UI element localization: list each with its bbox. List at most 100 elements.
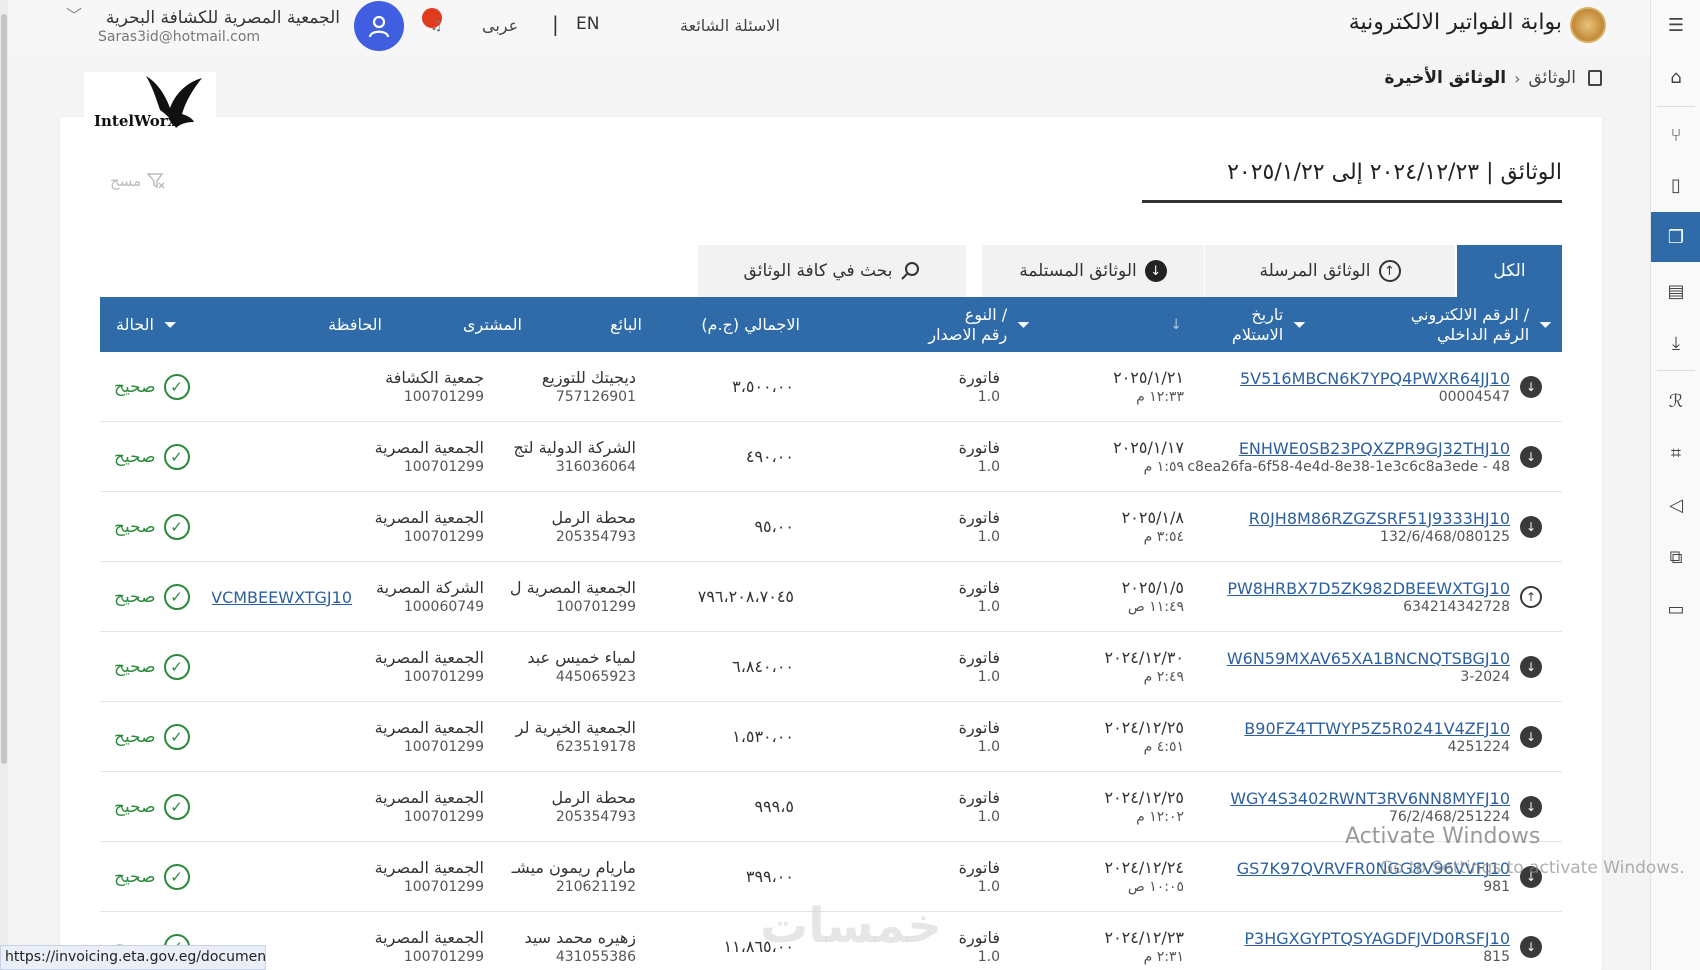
cell-type: فاتورة 1.0	[880, 702, 1000, 772]
document-uuid-link[interactable]: P3HGXGYPTQSYAGDFJVD0RSFJ10	[1244, 929, 1510, 948]
breadcrumb-documents[interactable]: الوثائق	[1528, 68, 1576, 88]
sort-icon[interactable]: ↓	[1170, 315, 1182, 335]
left-scrollbar[interactable]	[0, 0, 8, 970]
buyer-id: 100701299	[403, 669, 484, 685]
cell-date: ٢٠٢٤/١٢/٢٤ ١٠:٠٥ ص	[1060, 842, 1184, 912]
document-uuid-link[interactable]: ENHWE0SB23PQXZPR9GJ32THJ10	[1239, 439, 1510, 458]
filter-icon[interactable]: ⏷	[1539, 315, 1552, 335]
seller-name: محطة الرمل	[551, 508, 636, 527]
buyer-id: 100701299	[403, 809, 484, 825]
status-badge: صحيح ✓	[114, 492, 190, 562]
chevron-down-icon[interactable]: ﹀	[66, 2, 82, 26]
document-uuid-link[interactable]: R0JH8M86RZGZSRF51J9333HJ10	[1249, 509, 1510, 528]
branch-icon[interactable]: ⑂	[1651, 110, 1700, 160]
buyer-id: 100060749	[403, 599, 484, 615]
document-total: ٤٩٠،٠٠	[745, 447, 794, 466]
cell-date: ٢٠٢٤/١٢/٢٥ ١٢:٠٢ م	[1060, 772, 1184, 842]
cell-seller: زهيره محمد سيد 431055386	[500, 912, 636, 970]
lang-en-link[interactable]: EN	[576, 14, 599, 34]
intelworx-text: IntelWorx	[94, 112, 177, 130]
notification-bell-icon[interactable]: ♫	[422, 8, 452, 38]
buyer-name: الشركة المصرية	[375, 578, 484, 597]
table-row[interactable]: ↓ 5V516MBCN6K7YPQ4PWXR64JJ10 00004547 ٢٠٢٥/…	[100, 352, 1562, 422]
cell-type: فاتورة 1.0	[880, 772, 1000, 842]
document-icon[interactable]: ▯	[1651, 160, 1700, 210]
received-time: ١١:٤٩ ص	[1127, 599, 1184, 615]
documents-active-icon[interactable]: ❐	[1651, 212, 1700, 262]
document-uuid-link[interactable]: 5V516MBCN6K7YPQ4PWXR64JJ10	[1240, 369, 1510, 388]
document-version: 1.0	[977, 529, 1000, 545]
portal-logo-icon[interactable]	[1570, 7, 1606, 43]
tab-sent[interactable]: الوثائق المرسلة ↑	[1205, 245, 1455, 297]
filter-icon[interactable]: ⏷	[164, 315, 177, 335]
table-row[interactable]: ↓ B90FZ4TTWYP5Z5R0241V4ZFJ10 4251224 ٢٠٢٤/١…	[100, 702, 1562, 772]
lang-ar-link[interactable]: عربى	[482, 16, 518, 35]
home-icon[interactable]: ⌂	[1651, 52, 1700, 102]
avatar[interactable]	[354, 1, 404, 51]
check-circle-icon: ✓	[163, 374, 190, 400]
wallet-link[interactable]: VCMBEEWXTGJ10	[212, 588, 352, 607]
report-icon[interactable]: ▤	[1651, 266, 1700, 316]
document-type: فاتورة	[958, 368, 1000, 387]
col-uuid-l1: الرقم الالكتروني /	[1410, 304, 1530, 324]
portal-title: بوابة الفواتير الالكترونية	[1348, 10, 1562, 35]
faq-link[interactable]: الاسئلة الشائعة	[630, 16, 780, 35]
internal-id: 4251224	[1447, 738, 1510, 755]
col-date[interactable]: ↓ تاريخ الاستلام ⏷	[1060, 297, 1306, 352]
megaphone-icon[interactable]: ◁	[1651, 480, 1700, 530]
tab-received[interactable]: الوثائق المستلمة ↓	[982, 245, 1204, 297]
user-email: Saras3id@hotmail.com	[98, 29, 261, 45]
tab-all[interactable]: الكل	[1457, 245, 1562, 297]
table-row[interactable]: ↑ PW8HRBX7D5ZK982DBEEWXTGJ10 634214342728 ٢…	[100, 562, 1562, 632]
filter-icon[interactable]: ⏷	[1293, 315, 1306, 335]
check-circle-icon: ✓	[163, 584, 190, 610]
seller-name: زهيره محمد سيد	[524, 928, 636, 947]
scan-icon[interactable]: ⌗	[1651, 428, 1700, 478]
book-icon[interactable]: ▭	[1651, 584, 1700, 634]
download-icon[interactable]: ⤓	[1651, 318, 1700, 368]
cell-buyer: الشركة المصرية 100060749	[356, 562, 484, 632]
col-type[interactable]: النوع / رقم الاصدار ⏷	[840, 297, 1030, 352]
document-type: فاتورة	[958, 718, 1000, 737]
document-uuid-link[interactable]: B90FZ4TTWYP5Z5R0241V4ZFJ10	[1244, 719, 1510, 738]
document-uuid-link[interactable]: PW8HRBX7D5ZK982DBEEWXTGJ10	[1227, 579, 1510, 598]
document-uuid-link[interactable]: W6N59MXAV65XA1BNCNQTSBGJ10	[1227, 649, 1510, 668]
search-icon	[901, 262, 920, 280]
cell-date: ٢٠٢٥/١/٥ ١١:٤٩ ص	[1060, 562, 1184, 632]
receipt-icon[interactable]: ℛ	[1651, 376, 1700, 426]
cell-wallet	[212, 702, 352, 772]
breadcrumb-separator: ›	[1514, 68, 1521, 88]
copy-icon[interactable]: ⧉	[1651, 532, 1700, 582]
col-buyer-label: المشترى	[462, 314, 522, 334]
col-date-l1: تاريخ	[1251, 304, 1284, 324]
received-date: ٢٠٢٤/١٢/٣٠	[1104, 648, 1184, 667]
cell-wallet	[212, 842, 352, 912]
cell-date: ٢٠٢٥/١/١٧ ١:٥٩ م	[1060, 422, 1184, 492]
scrollbar-thumb[interactable]	[1, 14, 7, 764]
tab-search-all[interactable]: بحث في كافة الوثائق	[698, 245, 966, 297]
table-row[interactable]: ↓ WGY4S3402RWNT3RV6NN8MYFJ10 76/2/468/2512…	[100, 772, 1562, 842]
document-uuid-link[interactable]: WGY4S3402RWNT3RV6NN8MYFJ10	[1230, 789, 1510, 808]
document-type: فاتورة	[958, 648, 1000, 667]
tab-search-label: بحث في كافة الوثائق	[743, 261, 893, 281]
received-time: ١:٥٩ م	[1143, 459, 1184, 475]
status-badge: صحيح ✓	[114, 632, 190, 702]
seller-name: ماريام ريمون ميشـ	[511, 858, 636, 877]
filter-icon[interactable]: ⏷	[1017, 315, 1030, 335]
buyer-id: 100701299	[403, 529, 484, 545]
table-row[interactable]: ↓ W6N59MXAV65XA1BNCNQTSBGJ10 3-2024 ٢٠٢٤/١٢…	[100, 632, 1562, 702]
seller-name: محطة الرمل	[551, 788, 636, 807]
clear-filter-button[interactable]: مسح	[110, 172, 165, 190]
document-total: ٧٩٦،٢٠٨،٧٠٤٥	[697, 587, 794, 606]
intelworx-logo: IntelWorx	[84, 72, 216, 132]
col-wallet-label: الحافظة	[328, 314, 382, 334]
table-row[interactable]: ↓ ENHWE0SB23PQXZPR9GJ32THJ10 c8ea26fa-6f58…	[100, 422, 1562, 492]
menu-icon[interactable]: ☰	[1651, 0, 1700, 50]
side-rail: ☰ ⌂ ⑂ ▯ ❐ ▤ ⤓ ℛ ⌗ ◁ ⧉ ▭	[1650, 0, 1700, 970]
col-seller: البائع	[540, 297, 642, 352]
col-uuid[interactable]: الرقم الالكتروني / الرقم الداخلي ⏷	[1340, 297, 1552, 352]
table-row[interactable]: ↓ R0JH8M86RZGZSRF51J9333HJ10 132/6/468/080…	[100, 492, 1562, 562]
seller-id: 445065923	[555, 669, 636, 685]
col-status[interactable]: الحالة ⏷	[116, 297, 232, 352]
check-circle-icon: ✓	[163, 864, 190, 890]
